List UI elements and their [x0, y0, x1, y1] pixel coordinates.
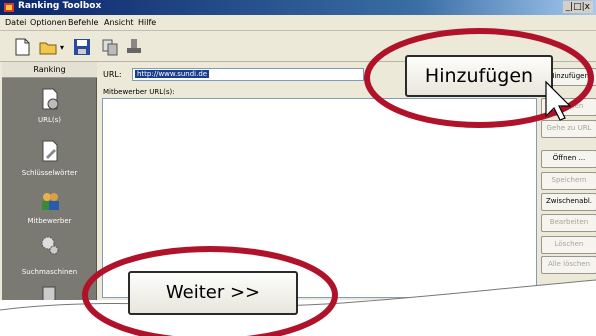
add-button[interactable]: Hinzufügen [405, 55, 553, 97]
dropdown-arrow-icon[interactable]: ▾ [60, 43, 64, 52]
next-button[interactable]: Weiter >> [128, 271, 298, 315]
open-button[interactable]: Öffnen ... [541, 150, 596, 168]
menu-hilfe[interactable]: Hilfe [138, 18, 156, 27]
app-window: Ranking Toolbox _|□|x Datei Optionen Bef… [0, 0, 596, 300]
torn-edge [0, 279, 596, 336]
people-icon[interactable] [40, 190, 60, 212]
sidebar-item-competitors[interactable]: Mitbewerber [2, 217, 97, 225]
stamp-icon[interactable] [124, 37, 144, 57]
window-title: Ranking Toolbox [18, 1, 102, 11]
sidebar-item-keywords[interactable]: Schlüsselwörter [2, 169, 97, 177]
competitors-label: Mitbewerber URL(s): [103, 88, 175, 96]
menu-optionen[interactable]: Optionen [30, 18, 67, 27]
window-controls[interactable]: _|□|x [562, 1, 593, 13]
sidebar: Ranking URL(s) Schlüsselwörter Mitbewerb… [2, 62, 97, 300]
document-globe-icon[interactable] [40, 88, 60, 110]
right-delete-button[interactable]: Löschen [541, 98, 596, 116]
delete-button[interactable]: Löschen [541, 236, 596, 254]
open-folder-icon[interactable] [38, 37, 58, 57]
app-icon [4, 3, 14, 12]
menu-ansicht[interactable]: Ansicht [104, 18, 134, 27]
sidebar-item-urls[interactable]: URL(s) [2, 116, 97, 124]
save-button[interactable]: Speichern [541, 172, 596, 190]
competitor-url-list[interactable] [102, 98, 537, 298]
edit-button[interactable]: Bearbeiten [541, 214, 596, 232]
document-pen-icon[interactable] [40, 140, 60, 162]
save-icon[interactable] [72, 37, 92, 57]
clipboard-button[interactable]: Zwischenabl. [541, 193, 596, 211]
url-label: URL: [103, 70, 122, 79]
menu-bar: Datei Optionen Befehle Ansicht Hilfe [0, 15, 596, 31]
url-input[interactable]: http://www.sundi.de [132, 68, 364, 81]
title-bar: Ranking Toolbox _|□|x [0, 0, 596, 15]
goto-url-button[interactable]: Gehe zu URL [541, 120, 596, 138]
menu-datei[interactable]: Datei [5, 18, 26, 27]
url-input-value: http://www.sundi.de [135, 70, 210, 78]
sidebar-header: Ranking [2, 62, 97, 78]
menu-befehle[interactable]: Befehle [68, 18, 98, 27]
copy-icon[interactable] [100, 37, 120, 57]
gears-icon[interactable] [40, 234, 60, 256]
new-file-icon[interactable] [12, 37, 32, 57]
